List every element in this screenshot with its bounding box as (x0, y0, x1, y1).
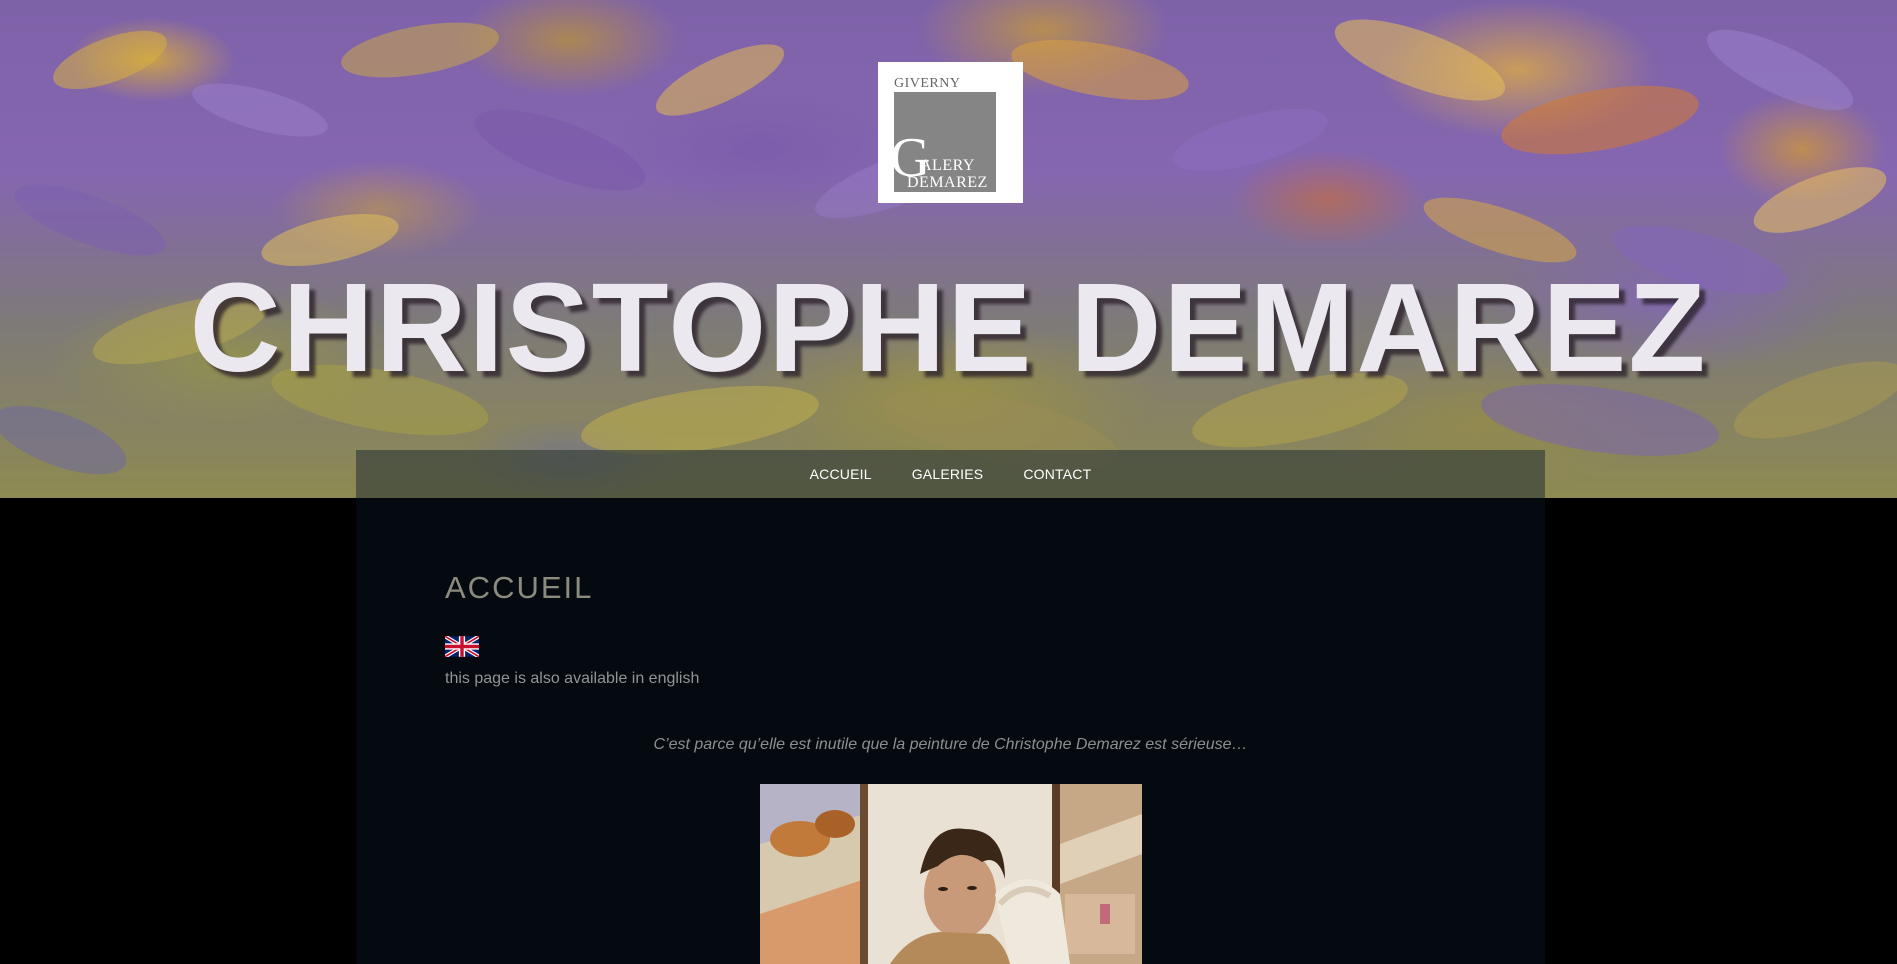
nav-item-galeries[interactable]: GALERIES (892, 466, 1004, 482)
logo-alery-text: ALERY (920, 157, 975, 174)
logo-giverny-text: GIVERNY (894, 76, 961, 91)
site-title: CHRISTOPHE DEMAREZ (189, 257, 1708, 398)
main-nav: ACCUEIL GALERIES CONTACT (356, 450, 1545, 498)
content-panel: ACCUEIL this page is also available in e… (356, 498, 1545, 964)
gallery-logo[interactable]: GIVERNY G ALERY DEMAREZ (878, 62, 1023, 203)
english-version-link[interactable]: this page is also available in english (445, 670, 699, 688)
hero-banner: GIVERNY G ALERY DEMAREZ CHRISTOPHE DEMAR… (0, 0, 1897, 498)
logo-demarez-text: DEMAREZ (907, 174, 988, 191)
page-title: ACCUEIL (445, 570, 594, 605)
intro-quote: C’est parce qu’elle est inutile que la p… (653, 736, 1248, 753)
nav-item-contact[interactable]: CONTACT (1003, 466, 1111, 482)
uk-flag-icon[interactable] (445, 636, 479, 657)
nav-item-accueil[interactable]: ACCUEIL (790, 466, 892, 482)
artist-photo (760, 784, 1142, 964)
